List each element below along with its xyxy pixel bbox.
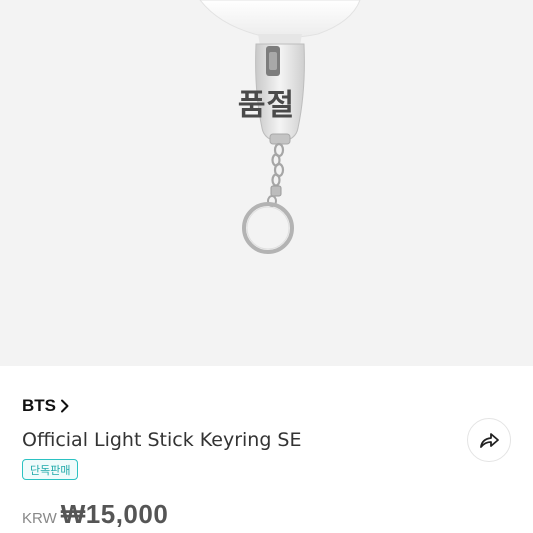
light-stick-keyring-illustration <box>199 0 361 254</box>
product-page: 품절 BTS Official Light Stick Keyring SE 단… <box>0 0 533 533</box>
product-image[interactable]: 품절 <box>0 0 533 366</box>
share-icon <box>480 433 499 448</box>
soldout-label: 품절 <box>237 88 296 123</box>
price-amount: ₩15,000 <box>60 499 169 529</box>
price-currency: KRW <box>22 510 57 527</box>
product-title: Official Light Stick Keyring SE <box>22 429 302 451</box>
product-info: BTS Official Light Stick Keyring SE 단독판매… <box>0 366 533 533</box>
price: KRW ₩15,000 <box>22 499 168 530</box>
share-button[interactable] <box>467 418 511 462</box>
exclusive-badge: 단독판매 <box>22 459 79 480</box>
chevron-right-icon <box>61 399 69 413</box>
brand-name: BTS <box>22 396 56 415</box>
brand-link[interactable]: BTS <box>22 396 70 416</box>
